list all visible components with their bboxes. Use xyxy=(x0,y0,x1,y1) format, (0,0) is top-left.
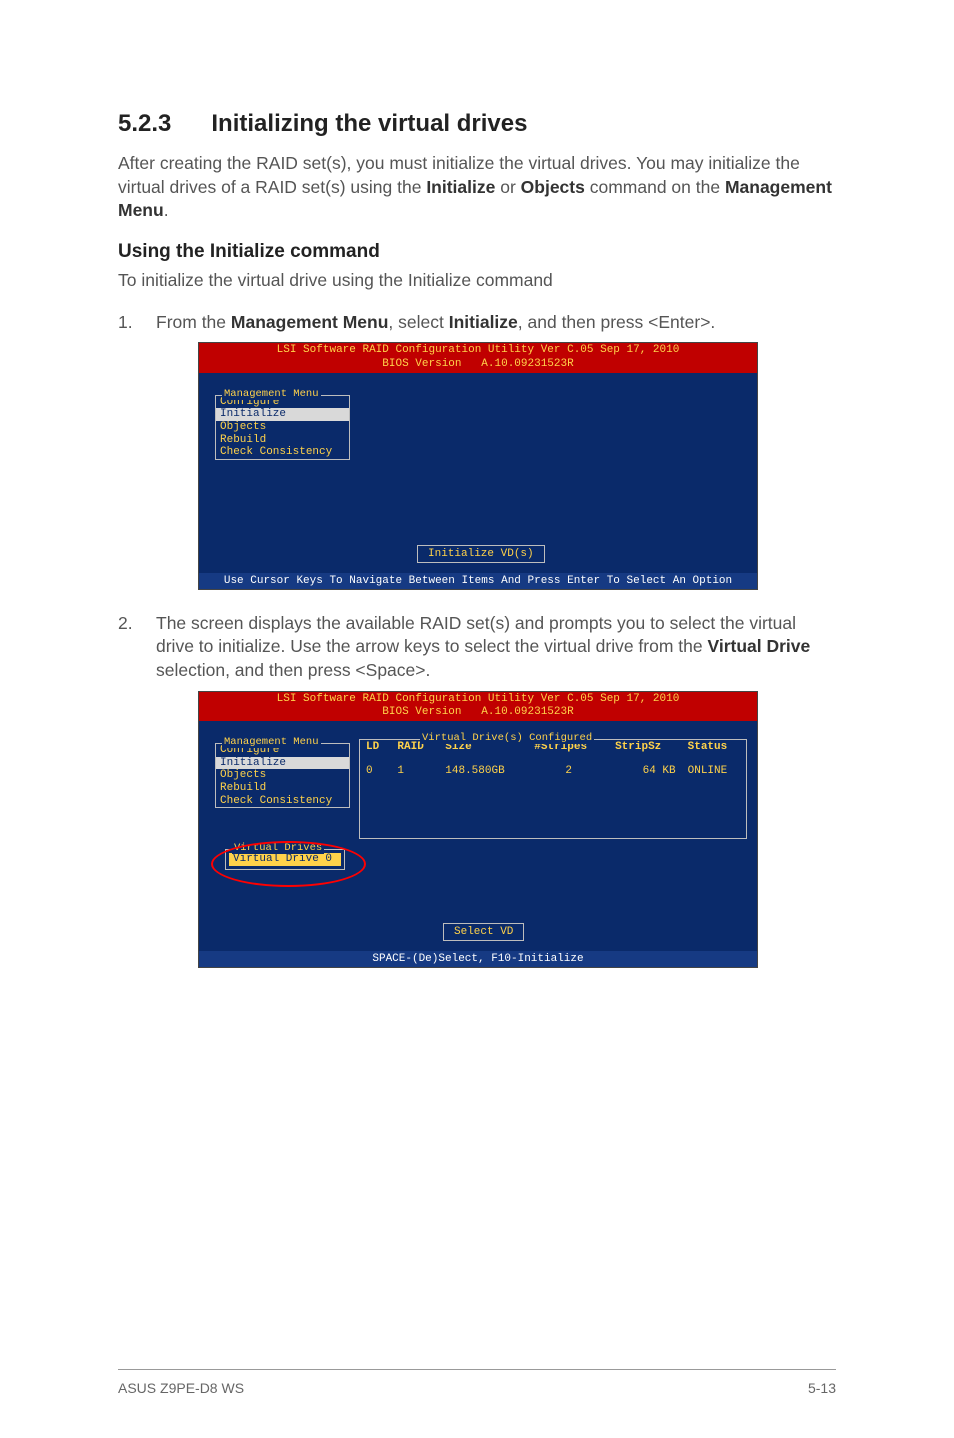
bios-title-1b: BIOS Version A.10.09231523R xyxy=(382,358,573,370)
bios-title-1: LSI Software RAID Configuration Utility … xyxy=(199,343,757,373)
step2-b1: Virtual Drive xyxy=(707,636,810,656)
menu-item-rebuild-2[interactable]: Rebuild xyxy=(216,782,349,795)
intro-paragraph: After creating the RAID set(s), you must… xyxy=(118,152,836,223)
bios-body-2: Virtual Drive(s) Configured LD RAID Size… xyxy=(199,721,757,951)
bios-title-2: LSI Software RAID Configuration Utility … xyxy=(199,692,757,722)
step-1: 1. From the Management Menu, select Init… xyxy=(118,311,836,335)
intro-mid2: command on the xyxy=(585,177,725,197)
vd-d-raid: 1 xyxy=(391,764,439,778)
management-menu-legend-2: Management Menu xyxy=(222,736,321,748)
intro-b1: Initialize xyxy=(426,177,495,197)
step2-post: selection, and then press <Space>. xyxy=(156,660,430,680)
vd-d-stripsz: 64 KB xyxy=(609,764,682,778)
virtual-drives-legend: Virtual Drives xyxy=(232,842,324,854)
vd-configured-legend: Virtual Drive(s) Configured xyxy=(420,732,594,744)
menu-item-initialize-2[interactable]: Initialize xyxy=(216,757,349,770)
vd-data-row-0: 0 1 148.580GB 2 64 KB ONLINE xyxy=(360,764,746,778)
sub-heading-initialize: Using the Initialize command xyxy=(118,241,836,263)
bios-help-2: SPACE-(De)Select, F10-Initialize xyxy=(199,951,757,967)
vd-h-ld: LD xyxy=(360,740,391,754)
virtual-drives-frame: Virtual Drives Virtual Drive 0 xyxy=(225,849,345,870)
vd-d-stripes: 2 xyxy=(528,764,609,778)
step-2: 2. The screen displays the available RAI… xyxy=(118,612,836,683)
bios-screen-2: LSI Software RAID Configuration Utility … xyxy=(198,691,758,969)
bios-help-1: Use Cursor Keys To Navigate Between Item… xyxy=(199,573,757,589)
bios-title-2b: BIOS Version A.10.09231523R xyxy=(382,706,573,718)
step-1-number: 1. xyxy=(118,311,156,335)
virtual-drive-0-item[interactable]: Virtual Drive 0 xyxy=(229,853,341,866)
step2-pre: The screen displays the available RAID s… xyxy=(156,613,796,657)
footer-left: ASUS Z9PE-D8 WS xyxy=(118,1380,244,1396)
vd-configured-frame: Virtual Drive(s) Configured LD RAID Size… xyxy=(359,739,747,839)
vd-data-row xyxy=(360,754,746,764)
vd-h-status: Status xyxy=(682,740,746,754)
menu-item-objects-1[interactable]: Objects xyxy=(216,421,349,434)
step1-mid: , select xyxy=(388,312,448,332)
step-1-text: From the Management Menu, select Initial… xyxy=(156,311,836,335)
page-footer: ASUS Z9PE-D8 WS 5-13 xyxy=(118,1369,836,1396)
bios-title-1a: LSI Software RAID Configuration Utility … xyxy=(277,344,680,356)
vd-h-stripsz: StripSz xyxy=(609,740,682,754)
section-heading: 5.2.3 Initializing the virtual drives xyxy=(118,110,836,138)
menu-item-check-consistency-1[interactable]: Check Consistency xyxy=(216,446,349,459)
menu-item-initialize-1[interactable]: Initialize xyxy=(216,408,349,421)
vd-d-ld: 0 xyxy=(360,764,391,778)
step1-post: , and then press <Enter>. xyxy=(518,312,716,332)
bios-screen-1: LSI Software RAID Configuration Utility … xyxy=(198,342,758,590)
intro-b2: Objects xyxy=(521,177,585,197)
initialize-vd-prompt: Initialize VD(s) xyxy=(417,545,545,563)
menu-item-check-consistency-2[interactable]: Check Consistency xyxy=(216,795,349,808)
bios-body-1: Management Menu Configure Initialize Obj… xyxy=(199,373,757,573)
step-2-number: 2. xyxy=(118,612,156,683)
menu-item-rebuild-1[interactable]: Rebuild xyxy=(216,434,349,447)
vd-d-status: ONLINE xyxy=(682,764,746,778)
vd-d-size: 148.580GB xyxy=(439,764,528,778)
management-menu-legend-1: Management Menu xyxy=(222,388,321,400)
intro-post: . xyxy=(164,200,169,220)
sub1-text: To initialize the virtual drive using th… xyxy=(118,269,836,293)
step1-b1: Management Menu xyxy=(231,312,389,332)
step-2-text: The screen displays the available RAID s… xyxy=(156,612,836,683)
menu-item-objects-2[interactable]: Objects xyxy=(216,769,349,782)
section-number: 5.2.3 xyxy=(118,110,171,138)
step1-pre: From the xyxy=(156,312,231,332)
management-menu-frame-2: Management Menu Configure Initialize Obj… xyxy=(215,743,350,808)
intro-mid1: or xyxy=(495,177,520,197)
select-vd-prompt: Select VD xyxy=(443,923,524,941)
section-title: Initializing the virtual drives xyxy=(211,110,527,137)
bios-title-2a: LSI Software RAID Configuration Utility … xyxy=(277,693,680,705)
footer-right: 5-13 xyxy=(808,1380,836,1396)
management-menu-frame-1: Management Menu Configure Initialize Obj… xyxy=(215,395,350,460)
step1-b2: Initialize xyxy=(449,312,518,332)
